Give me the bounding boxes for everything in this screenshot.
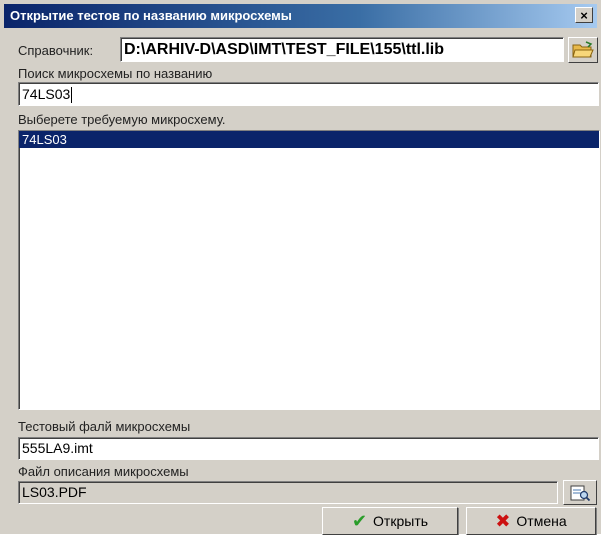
dialog-window: Открытие тестов по названию микросхемы ×…: [0, 0, 601, 535]
browse-directory-button[interactable]: [568, 37, 598, 63]
title-bar[interactable]: Открытие тестов по названию микросхемы ×: [4, 4, 597, 28]
cancel-button[interactable]: ✖ Отмена: [466, 507, 596, 535]
description-file-field: LS03.PDF: [18, 481, 558, 504]
description-file-label: Файл описания микросхемы: [18, 464, 189, 479]
close-icon: ×: [580, 8, 588, 23]
folder-open-icon: [572, 41, 594, 58]
test-file-field[interactable]: 555LA9.imt: [18, 437, 599, 460]
close-button[interactable]: ×: [575, 7, 593, 23]
list-item[interactable]: 74LS03: [19, 131, 599, 148]
text-caret: [71, 87, 73, 104]
checkmark-icon: ✔: [351, 511, 368, 531]
cancel-button-label: Отмена: [516, 513, 567, 529]
search-input-value: 74LS03: [22, 86, 71, 102]
search-label: Поиск микросхемы по названию: [18, 66, 213, 81]
directory-field[interactable]: D:\ARHIV-D\ASD\IMT\TEST_FILE\155\ttl.lib: [120, 37, 564, 62]
open-button-label: Открыть: [373, 513, 429, 529]
window-title: Открытие тестов по названию микросхемы: [10, 8, 292, 23]
search-input[interactable]: 74LS03: [18, 82, 599, 106]
chip-list-label: Выберете требуемую микросхему.: [18, 112, 226, 127]
chip-listbox[interactable]: 74LS03: [18, 130, 600, 410]
view-description-button[interactable]: [563, 480, 597, 505]
document-view-icon: [570, 485, 591, 502]
open-button[interactable]: ✔ Открыть: [322, 507, 458, 535]
cross-icon: ✖: [495, 511, 511, 531]
test-file-label: Тестовый фалй микросхемы: [18, 419, 191, 434]
directory-label: Справочник:: [18, 43, 94, 58]
